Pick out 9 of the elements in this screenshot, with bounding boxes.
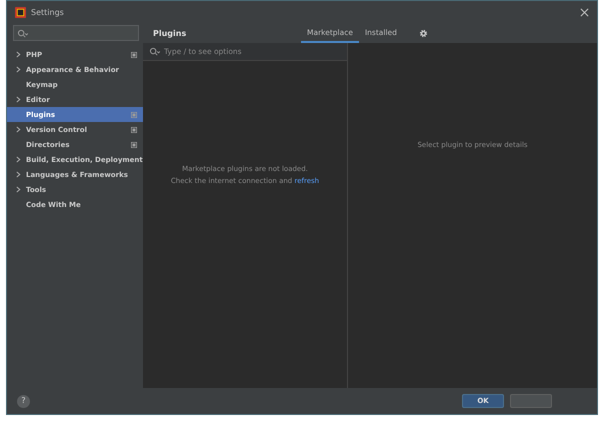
search-field[interactable] [13,25,139,41]
close-icon[interactable] [580,8,589,16]
search-icon [17,28,28,38]
settings-icon[interactable] [418,28,428,38]
window-title: Settings [31,8,64,16]
help-button[interactable]: ? [17,394,30,408]
app-icon [15,6,26,18]
search-icon [149,47,160,56]
page-title: Plugins [153,28,188,38]
